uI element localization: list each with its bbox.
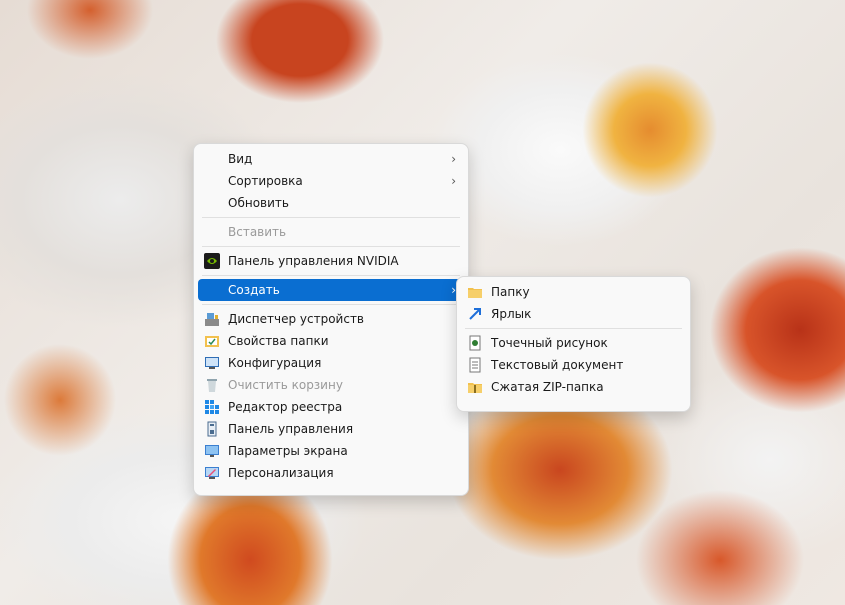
menu-item-folder-options-label: Свойства папки xyxy=(228,334,329,348)
menu-item-display-settings[interactable]: Параметры экрана xyxy=(198,440,464,462)
submenu-item-zip-folder-label: Сжатая ZIP-папка xyxy=(491,380,604,394)
create-submenu: Папку Ярлык Точечный рисунок Текстовый д… xyxy=(456,276,691,412)
menu-separator xyxy=(202,217,460,218)
menu-separator xyxy=(202,275,460,276)
menu-item-device-manager-label: Диспетчер устройств xyxy=(228,312,365,326)
submenu-item-folder[interactable]: Папку xyxy=(461,281,686,303)
recycle-bin-icon xyxy=(207,379,217,392)
desktop-context-menu: Вид › Сортировка › Обновить Вставить Пан… xyxy=(193,143,469,496)
menu-item-empty-recycle-bin: Очистить корзину xyxy=(198,374,464,396)
folder-icon xyxy=(468,288,482,298)
menu-item-configuration[interactable]: Конфигурация xyxy=(198,352,464,374)
menu-separator xyxy=(465,328,682,329)
folder-options-icon xyxy=(205,336,219,347)
menu-item-personalization[interactable]: Персонализация xyxy=(198,462,464,484)
menu-item-paste: Вставить xyxy=(198,221,464,243)
chevron-right-icon: › xyxy=(451,174,456,188)
menu-item-nvidia[interactable]: Панель управления NVIDIA xyxy=(198,250,464,272)
menu-item-create-label: Создать xyxy=(228,283,280,297)
submenu-item-zip-folder[interactable]: Сжатая ZIP-папка xyxy=(461,376,686,398)
menu-item-display-settings-label: Параметры экрана xyxy=(228,444,348,458)
bitmap-image-icon xyxy=(469,335,481,351)
text-document-icon xyxy=(469,357,481,373)
submenu-item-shortcut[interactable]: Ярлык xyxy=(461,303,686,325)
menu-item-sort-label: Сортировка xyxy=(228,174,303,188)
menu-item-refresh[interactable]: Обновить xyxy=(198,192,464,214)
menu-item-nvidia-label: Панель управления NVIDIA xyxy=(228,254,399,268)
control-panel-icon xyxy=(207,421,217,437)
menu-item-empty-recycle-bin-label: Очистить корзину xyxy=(228,378,343,392)
shortcut-arrow-icon xyxy=(469,308,481,320)
menu-item-configuration-label: Конфигурация xyxy=(228,356,322,370)
menu-separator xyxy=(202,246,460,247)
menu-item-registry-editor[interactable]: Редактор реестра xyxy=(198,396,464,418)
submenu-item-bitmap[interactable]: Точечный рисунок xyxy=(461,332,686,354)
menu-item-registry-editor-label: Редактор реестра xyxy=(228,400,343,414)
device-manager-icon xyxy=(205,313,219,326)
nvidia-icon xyxy=(204,253,220,269)
menu-item-control-panel-label: Панель управления xyxy=(228,422,354,436)
submenu-item-folder-label: Папку xyxy=(491,285,530,299)
menu-item-view-label: Вид xyxy=(228,152,253,166)
submenu-item-text-document[interactable]: Текстовый документ xyxy=(461,354,686,376)
menu-item-control-panel[interactable]: Панель управления xyxy=(198,418,464,440)
menu-item-view[interactable]: Вид › xyxy=(198,148,464,170)
menu-item-paste-label: Вставить xyxy=(228,225,287,239)
submenu-item-shortcut-label: Ярлык xyxy=(491,307,532,321)
submenu-item-bitmap-label: Точечный рисунок xyxy=(491,336,608,350)
zip-folder-icon xyxy=(468,383,482,393)
menu-item-create[interactable]: Создать › xyxy=(198,279,464,301)
menu-item-folder-options[interactable]: Свойства папки xyxy=(198,330,464,352)
menu-item-device-manager[interactable]: Диспетчер устройств xyxy=(198,308,464,330)
menu-item-sort[interactable]: Сортировка › xyxy=(198,170,464,192)
configuration-icon xyxy=(205,357,219,369)
chevron-right-icon: › xyxy=(451,152,456,166)
registry-editor-icon xyxy=(205,400,219,414)
personalization-icon xyxy=(205,467,219,479)
menu-separator xyxy=(202,304,460,305)
display-settings-icon xyxy=(205,445,219,457)
menu-item-personalization-label: Персонализация xyxy=(228,466,334,480)
submenu-item-text-document-label: Текстовый документ xyxy=(491,358,624,372)
menu-item-refresh-label: Обновить xyxy=(228,196,289,210)
